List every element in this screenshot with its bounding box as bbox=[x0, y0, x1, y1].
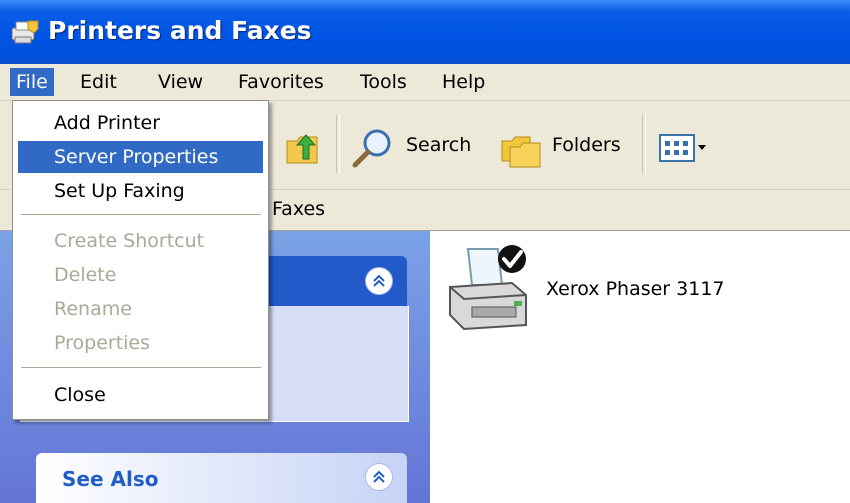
menu-item-create-shortcut: Create Shortcut bbox=[54, 230, 205, 252]
menu-bar: File Edit View Favorites Tools Help bbox=[0, 64, 850, 101]
menu-edit[interactable]: Edit bbox=[74, 68, 123, 96]
collapse-icon[interactable] bbox=[365, 463, 393, 491]
printer-icon[interactable] bbox=[442, 239, 532, 335]
menu-help[interactable]: Help bbox=[436, 68, 491, 96]
see-also-title: See Also bbox=[62, 467, 159, 491]
menu-item-delete: Delete bbox=[54, 264, 117, 286]
title-bar[interactable]: Printers and Faxes bbox=[0, 0, 850, 64]
toolbar-separator bbox=[642, 115, 646, 173]
menu-file[interactable]: File bbox=[10, 68, 54, 96]
folders-button-label[interactable]: Folders bbox=[552, 134, 621, 156]
folders-icon[interactable] bbox=[500, 129, 542, 169]
printer-name: Xerox Phaser 3117 bbox=[546, 278, 725, 300]
views-icon[interactable] bbox=[658, 133, 708, 163]
menu-favorites[interactable]: Favorites bbox=[232, 68, 330, 96]
menu-item-rename: Rename bbox=[54, 298, 132, 320]
printers-folder-icon bbox=[11, 20, 39, 44]
menu-tools[interactable]: Tools bbox=[354, 68, 413, 96]
search-button-label[interactable]: Search bbox=[406, 134, 471, 156]
menu-item-set-up-faxing[interactable]: Set Up Faxing bbox=[18, 175, 263, 207]
folder-up-icon[interactable] bbox=[283, 129, 323, 169]
menu-separator bbox=[21, 214, 261, 215]
menu-item-properties: Properties bbox=[54, 332, 151, 354]
menu-item-server-properties[interactable]: Server Properties bbox=[18, 141, 263, 173]
menu-item-add-printer[interactable]: Add Printer bbox=[18, 107, 263, 139]
search-icon[interactable] bbox=[350, 127, 394, 171]
menu-separator bbox=[21, 367, 261, 368]
menu-item-close[interactable]: Close bbox=[18, 379, 263, 411]
see-also-header[interactable]: See Also bbox=[36, 453, 407, 503]
collapse-icon[interactable] bbox=[365, 267, 393, 295]
file-menu: Add Printer Server Properties Set Up Fax… bbox=[12, 100, 269, 420]
toolbar-separator bbox=[336, 115, 340, 173]
menu-view[interactable]: View bbox=[152, 68, 209, 96]
address-text: Faxes bbox=[272, 198, 326, 220]
printers-list: Xerox Phaser 3117 bbox=[430, 231, 850, 503]
window-title: Printers and Faxes bbox=[48, 16, 312, 45]
